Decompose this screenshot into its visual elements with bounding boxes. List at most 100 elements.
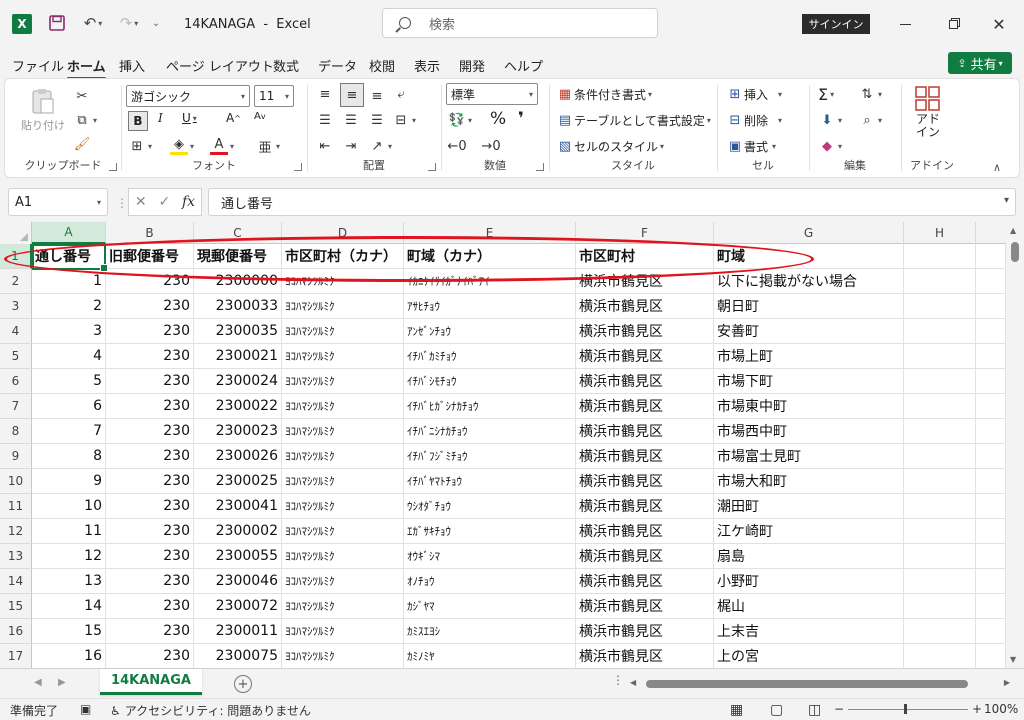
table-cell[interactable]: 市場西中町 [714,419,904,444]
tab-developer[interactable]: 開発 [459,56,485,75]
table-cell[interactable]: 7 [32,419,106,444]
table-cell[interactable] [976,394,1006,419]
percent-style-button[interactable]: % [490,109,506,129]
table-cell[interactable]: ｵｳｷﾞｼﾏ [404,544,576,569]
table-cell[interactable] [904,544,976,569]
table-cell[interactable]: 230 [106,544,194,569]
decrease-decimal-button[interactable]: →0 [481,137,500,155]
table-cell[interactable]: 横浜市鶴見区 [576,269,714,294]
table-cell[interactable]: 横浜市鶴見区 [576,344,714,369]
sheet-tab-14kanaga[interactable]: 14KANAGA [100,669,202,695]
table-cell[interactable]: 2300022 [194,394,282,419]
table-cell[interactable]: ｴｶﾞｻｷﾁｮｳ [404,519,576,544]
table-cell[interactable]: 扇島 [714,544,904,569]
align-top-button[interactable]: ≡ [316,85,334,103]
tab-help[interactable]: ヘルプ [504,56,543,75]
number-format-select[interactable]: 標準 ▾ [446,83,538,105]
zoom-slider-thumb[interactable] [904,704,907,714]
header-cell[interactable]: 旧郵便番号 [106,244,194,269]
table-cell[interactable]: ｱﾝｾﾞﾝﾁｮｳ [404,319,576,344]
accounting-format-button[interactable]: 💱 ▾ [448,111,472,129]
table-cell[interactable]: 3 [32,319,106,344]
table-cell[interactable]: 4 [32,344,106,369]
header-cell[interactable]: 市区町村（カナ） [282,244,404,269]
header-cell[interactable]: 通し番号 [32,244,106,269]
zoom-slider[interactable] [848,704,968,714]
table-cell[interactable]: 15 [32,619,106,644]
table-cell[interactable] [976,319,1006,344]
font-launcher[interactable] [294,163,302,171]
table-cell[interactable]: 2 [32,294,106,319]
orientation-button[interactable]: ↗ ▾ [368,137,392,155]
table-cell[interactable]: 230 [106,394,194,419]
table-cell[interactable]: 6 [32,394,106,419]
vertical-scrollbar[interactable]: ▲ ▼ [1006,222,1024,668]
table-cell[interactable]: 230 [106,619,194,644]
table-cell[interactable] [976,419,1006,444]
table-cell[interactable]: ｲﾁﾊﾞﾋｶﾞｼﾅｶﾁｮｳ [404,394,576,419]
row-header[interactable]: 12 [0,519,32,544]
chevron-down-icon[interactable]: ▾ [1004,195,1009,206]
format-cells-button[interactable]: ▣ 書式 ▾ [726,137,776,155]
restore-button[interactable] [938,12,968,36]
table-cell[interactable]: ｵﾉﾁｮｳ [404,569,576,594]
table-cell[interactable]: ｲﾁﾊﾞｼﾓﾁｮｳ [404,369,576,394]
phonetic-button[interactable]: 亜 ▾ [256,137,280,156]
tab-file[interactable]: ファイル [12,56,64,75]
header-cell[interactable]: 町域（カナ） [404,244,576,269]
row-header[interactable]: 14 [0,569,32,594]
table-cell[interactable]: 江ケ崎町 [714,519,904,544]
zoom-out-button[interactable]: − [834,702,844,716]
quick-access-customize-button[interactable]: ⌄ [148,12,164,34]
table-cell[interactable]: ﾖｺﾊﾏｼﾂﾙﾐｸ [282,444,404,469]
table-cell[interactable]: 2300041 [194,494,282,519]
add-sheet-button[interactable]: + [234,675,252,693]
align-center-button[interactable]: ☰ [342,111,360,129]
table-cell[interactable]: 横浜市鶴見区 [576,544,714,569]
macro-record-icon[interactable]: ▣ [80,702,91,716]
table-cell[interactable]: 230 [106,294,194,319]
table-cell[interactable]: ｲﾁﾊﾞﾔﾏﾄﾁｮｳ [404,469,576,494]
table-cell[interactable]: 2300026 [194,444,282,469]
align-bottom-button[interactable]: ≡ [368,87,386,105]
table-cell[interactable] [976,619,1006,644]
table-cell[interactable]: 12 [32,544,106,569]
increase-indent-button[interactable]: ⇥ [342,137,360,155]
table-cell[interactable]: 230 [106,569,194,594]
table-cell[interactable]: 2300072 [194,594,282,619]
table-cell[interactable]: 230 [106,269,194,294]
copy-button[interactable]: ⧉ ▾ [73,111,97,129]
cell-styles-button[interactable]: ▧ セルのスタイル ▾ [556,137,664,155]
tab-data[interactable]: データ [318,56,357,75]
scroll-left-icon[interactable]: ◀ [630,678,636,687]
table-cell[interactable]: ﾖｺﾊﾏｼﾂﾙﾐｸ [282,494,404,519]
alignment-launcher[interactable] [428,163,436,171]
table-cell[interactable] [904,469,976,494]
shrink-font-button[interactable]: Av [254,111,266,122]
formula-input[interactable]: 通し番号 ▾ [208,188,1016,216]
tab-home[interactable]: ホーム [67,56,106,80]
table-cell[interactable]: ﾖｺﾊﾏｼﾂﾙﾐｸ [282,469,404,494]
zoom-level[interactable]: 100% [984,702,1018,716]
table-cell[interactable]: 横浜市鶴見区 [576,469,714,494]
align-right-button[interactable]: ☰ [368,111,386,129]
underline-button[interactable]: U ▾ [182,111,197,125]
number-launcher[interactable] [536,163,544,171]
minimize-button[interactable] [890,12,920,36]
delete-cells-button[interactable]: ⊟ 削除 ▾ [726,111,782,129]
page-layout-view-button[interactable]: ▢ [770,702,783,718]
merge-center-button[interactable]: ⊟ ▾ [392,111,416,129]
format-as-table-button[interactable]: ▤ テーブルとして書式設定 ▾ [556,111,711,129]
table-cell[interactable]: ﾖｺﾊﾏｼﾂﾙﾐｸ [282,519,404,544]
table-cell[interactable]: 市場上町 [714,344,904,369]
table-cell[interactable]: 13 [32,569,106,594]
name-box[interactable]: A1 ▾ [8,188,108,216]
table-cell[interactable]: ﾖｺﾊﾏｼﾂﾙﾐｸ [282,594,404,619]
italic-button[interactable]: I [158,111,163,125]
table-cell[interactable]: 230 [106,344,194,369]
table-cell[interactable] [904,394,976,419]
normal-view-button[interactable]: ▦ [730,702,743,718]
header-cell[interactable] [976,244,1006,269]
table-cell[interactable]: ﾖｺﾊﾏｼﾂﾙﾐｸ [282,544,404,569]
table-cell[interactable] [976,469,1006,494]
